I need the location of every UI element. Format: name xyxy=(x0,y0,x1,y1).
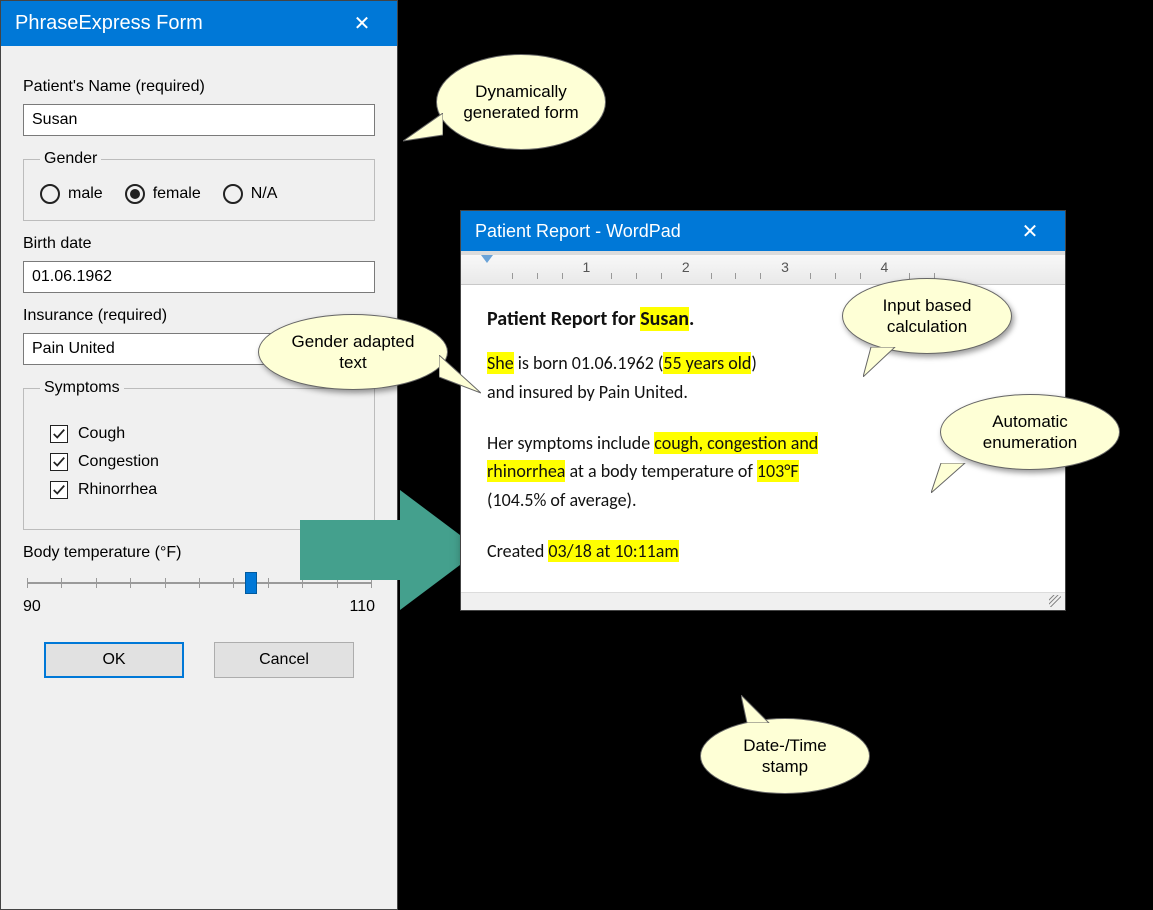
symptom-label: Rhinorrhea xyxy=(78,481,157,499)
gender-radio-na[interactable]: N/A xyxy=(223,184,278,204)
insurance-value: Pain United xyxy=(32,340,115,358)
cancel-button[interactable]: Cancel xyxy=(214,642,354,678)
symptoms-legend: Symptoms xyxy=(40,379,124,397)
wordpad-titlebar: Patient Report - WordPad ✕ xyxy=(461,211,1065,251)
radio-icon xyxy=(40,184,60,204)
hl-timestamp: 03/18 at 10:11am xyxy=(548,540,678,562)
cancel-button-label: Cancel xyxy=(259,651,309,669)
ruler-number: 2 xyxy=(682,259,690,275)
gender-group: Gender male female N/A xyxy=(23,150,375,221)
gender-radio-female[interactable]: female xyxy=(125,184,201,204)
gender-legend: Gender xyxy=(40,150,101,168)
checkbox-icon xyxy=(50,481,68,499)
close-icon[interactable]: ✕ xyxy=(1009,219,1051,244)
radio-label: male xyxy=(68,185,103,203)
ruler-number: 3 xyxy=(781,259,789,275)
ok-button-label: OK xyxy=(102,651,125,669)
slider-min: 90 xyxy=(23,598,41,616)
hl-name: Susan xyxy=(640,307,689,331)
callout-input-calc: Input based calculation xyxy=(842,278,1012,354)
callout-datetime: Date-/Time stamp xyxy=(700,718,870,794)
arrow-icon xyxy=(300,490,480,610)
checkbox-icon xyxy=(50,425,68,443)
hl-symptoms: rhinorrhea xyxy=(487,460,565,482)
patient-name-input[interactable] xyxy=(23,104,375,136)
doc-line: She is born 01.06.1962 (55 years old) xyxy=(487,349,1039,378)
radio-icon xyxy=(223,184,243,204)
resize-grip-icon[interactable] xyxy=(461,592,1065,610)
wordpad-ruler: 1 2 3 4 xyxy=(461,251,1065,285)
ok-button[interactable]: OK xyxy=(44,642,184,678)
doc-line: Created 03/18 at 10:11am xyxy=(487,537,1039,566)
radio-label: N/A xyxy=(251,185,278,203)
form-titlebar: PhraseExpress Form ✕ xyxy=(1,1,397,46)
hl-temp: 103°F xyxy=(757,460,799,482)
close-icon[interactable]: ✕ xyxy=(341,11,383,36)
radio-icon xyxy=(125,184,145,204)
hl-age: 55 years old xyxy=(663,352,751,374)
symptom-label: Cough xyxy=(78,425,125,443)
symptom-cough-checkbox[interactable]: Cough xyxy=(50,425,348,443)
ruler-number: 4 xyxy=(881,259,889,275)
symptom-congestion-checkbox[interactable]: Congestion xyxy=(50,453,348,471)
slider-thumb[interactable] xyxy=(245,572,257,594)
ruler-indent-marker[interactable] xyxy=(481,255,493,263)
doc-line: and insured by Pain United. xyxy=(487,378,1039,407)
gender-radio-male[interactable]: male xyxy=(40,184,103,204)
callout-dynamic-form: Dynamically generated form xyxy=(436,54,606,150)
symptom-label: Congestion xyxy=(78,453,159,471)
form-title: PhraseExpress Form xyxy=(15,12,341,35)
wordpad-title: Patient Report - WordPad xyxy=(475,221,1009,242)
ruler-number: 1 xyxy=(582,259,590,275)
birth-date-label: Birth date xyxy=(23,235,375,253)
callout-auto-enum: Automatic enumeration xyxy=(940,394,1120,470)
callout-gender-text: Gender adapted text xyxy=(258,314,448,390)
hl-pronoun: She xyxy=(487,352,514,374)
phraseexpress-form-window: PhraseExpress Form ✕ Patient's Name (req… xyxy=(0,0,398,910)
radio-label: female xyxy=(153,185,201,203)
checkbox-icon xyxy=(50,453,68,471)
patient-name-label: Patient's Name (required) xyxy=(23,78,375,96)
hl-symptoms: cough, congestion and xyxy=(654,432,818,454)
birth-date-input[interactable] xyxy=(23,261,375,293)
